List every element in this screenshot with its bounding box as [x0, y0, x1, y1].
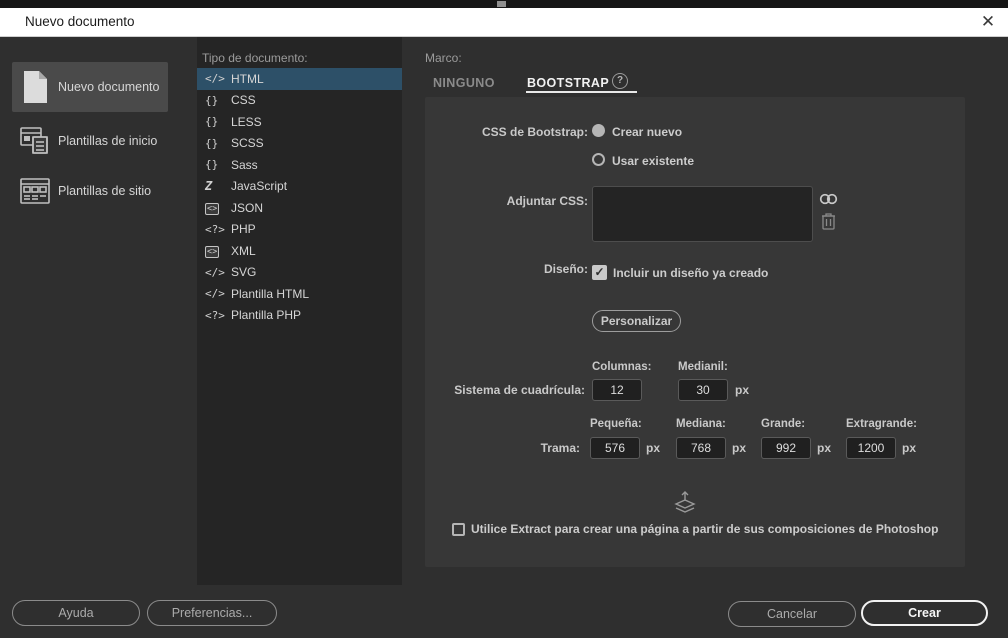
help-icon[interactable]: ? — [612, 73, 628, 89]
xlarge-header: Extragrande: — [846, 418, 917, 430]
doc-type-sass[interactable]: {} Sass — [197, 154, 402, 176]
doc-type-plantilla-html[interactable]: </> Plantilla HTML — [197, 283, 402, 305]
extract-checkbox[interactable] — [452, 523, 465, 536]
preferences-button[interactable]: Preferencias... — [147, 600, 277, 626]
code-icon: </> — [205, 266, 231, 279]
doc-type-xml[interactable]: <> XML — [197, 240, 402, 262]
braces-icon: {} — [205, 158, 231, 171]
sidebar-item-label: Plantillas de inicio — [58, 134, 157, 148]
doc-type-css[interactable]: {} CSS — [197, 90, 402, 112]
braces-icon: {} — [205, 94, 231, 107]
extract-checkbox-label[interactable]: Utilice Extract para crear una página a … — [471, 522, 938, 536]
doc-type-plantilla-php[interactable]: <?> Plantilla PHP — [197, 305, 402, 327]
link-icon[interactable] — [819, 192, 838, 206]
php-code-icon: <?> — [205, 223, 231, 236]
new-document-dialog: Nuevo documento ✕ Nuevo documento — [0, 0, 1008, 638]
doc-type-svg[interactable]: </> SVG — [197, 262, 402, 284]
code-icon: </> — [205, 287, 231, 300]
document-icon — [12, 70, 58, 104]
xlarge-unit: px — [902, 441, 916, 455]
tab-bootstrap[interactable]: BOOTSTRAP — [527, 76, 609, 90]
document-type-list: </> HTML {} CSS {} LESS {} SCSS {} Sass … — [197, 68, 402, 326]
javascript-icon: Z — [205, 179, 231, 193]
doc-type-html[interactable]: </> HTML — [197, 68, 402, 90]
doc-type-json[interactable]: <> JSON — [197, 197, 402, 219]
trash-icon[interactable] — [821, 212, 836, 230]
gutter-header: Medianil: — [678, 361, 728, 373]
braces-icon: {} — [205, 115, 231, 128]
close-icon[interactable]: ✕ — [975, 10, 1001, 34]
document-type-header: Tipo de documento: — [202, 51, 308, 65]
doc-type-scss[interactable]: {} SCSS — [197, 133, 402, 155]
medium-unit: px — [732, 441, 746, 455]
bootstrap-css-label: CSS de Bootstrap: — [425, 125, 588, 139]
design-checkbox-label[interactable]: Incluir un diseño ya creado — [613, 266, 768, 280]
xlarge-breakpoint-input[interactable] — [846, 437, 896, 459]
doc-type-javascript[interactable]: Z JavaScript — [197, 176, 402, 198]
doc-type-php[interactable]: <?> PHP — [197, 219, 402, 241]
customize-button[interactable]: Personalizar — [592, 310, 681, 332]
sidebar-item-label: Plantillas de sitio — [58, 184, 151, 198]
small-unit: px — [646, 441, 660, 455]
dialog-titlebar — [0, 8, 1008, 37]
site-templates-icon — [12, 176, 58, 206]
frame-header: Marco: — [425, 51, 462, 65]
radio-crear-nuevo[interactable] — [592, 124, 605, 137]
radio-crear-nuevo-label[interactable]: Crear nuevo — [612, 125, 682, 139]
background-window-artifact — [497, 1, 506, 7]
sidebar-item-plantillas-sitio[interactable]: Plantillas de sitio — [12, 166, 168, 216]
sidebar-item-label: Nuevo documento — [58, 80, 159, 94]
dialog-title: Nuevo documento — [25, 14, 135, 29]
large-breakpoint-input[interactable] — [761, 437, 811, 459]
design-label: Diseño: — [425, 262, 588, 276]
code-icon: </> — [205, 72, 231, 85]
attach-css-field[interactable] — [592, 186, 813, 242]
boxed-code-icon: <> — [205, 201, 231, 214]
large-unit: px — [817, 441, 831, 455]
sidebar-item-nuevo-documento[interactable]: Nuevo documento — [12, 62, 168, 112]
braces-icon: {} — [205, 137, 231, 150]
attach-css-label: Adjuntar CSS: — [425, 194, 588, 208]
radio-usar-existente-label[interactable]: Usar existente — [612, 154, 694, 168]
boxed-code-icon: <> — [205, 244, 231, 257]
medium-header: Mediana: — [676, 418, 726, 430]
small-breakpoint-input[interactable] — [590, 437, 640, 459]
tab-ninguno[interactable]: NINGUNO — [433, 76, 495, 90]
small-header: Pequeña: — [590, 418, 642, 430]
help-button[interactable]: Ayuda — [12, 600, 140, 626]
cancel-button[interactable]: Cancelar — [728, 601, 856, 627]
grid-system-label: Sistema de cuadrícula: — [425, 383, 585, 397]
extract-layers-icon — [672, 490, 698, 516]
sidebar-item-plantillas-inicio[interactable]: Plantillas de inicio — [12, 116, 168, 166]
radio-usar-existente[interactable] — [592, 153, 605, 166]
columns-input[interactable] — [592, 379, 642, 401]
columns-header: Columnas: — [592, 361, 651, 373]
create-button[interactable]: Crear — [861, 600, 988, 626]
active-tab-underline — [526, 91, 637, 93]
medium-breakpoint-input[interactable] — [676, 437, 726, 459]
starter-templates-icon — [12, 125, 58, 157]
large-header: Grande: — [761, 418, 805, 430]
gutter-unit: px — [735, 383, 749, 397]
gutter-input[interactable] — [678, 379, 728, 401]
doc-type-less[interactable]: {} LESS — [197, 111, 402, 133]
breakpoints-label: Trama: — [425, 441, 580, 455]
design-checkbox[interactable]: ✓ — [592, 265, 607, 280]
php-code-icon: <?> — [205, 309, 231, 322]
